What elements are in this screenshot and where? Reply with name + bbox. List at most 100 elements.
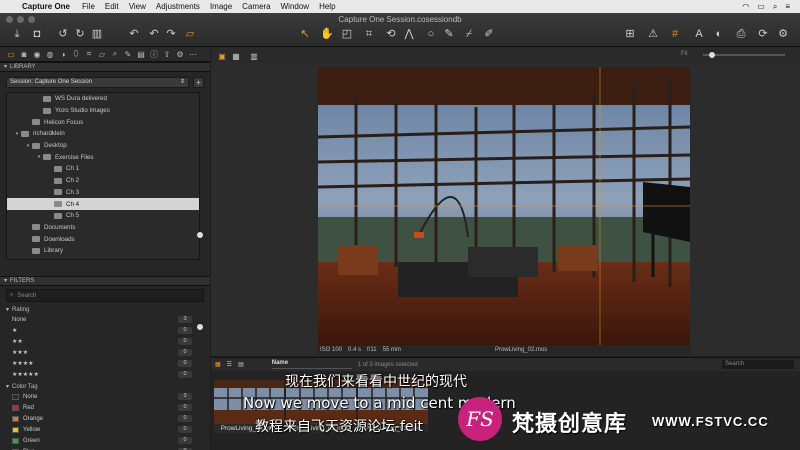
folder-tree-item[interactable]: ▾ Desktop (7, 140, 199, 152)
rating-filter-row[interactable]: None 3 (6, 314, 200, 325)
thumbnail[interactable]: ProwLiving_03.mos (358, 380, 428, 434)
tab-batch-icon[interactable]: ⚙ (175, 50, 185, 59)
color-tag-filter-row[interactable]: None 3 (6, 391, 200, 402)
browser-search-input[interactable]: Search (722, 360, 794, 369)
import-icon[interactable]: ⤓ (10, 27, 24, 41)
tab-library-icon[interactable]: ▭ (6, 50, 16, 59)
process-icon[interactable]: ⟳ (756, 27, 770, 41)
rating-filter-row[interactable]: ★ 0 (6, 325, 200, 336)
gear-icon[interactable]: ⚙ (199, 181, 200, 192)
brush-icon[interactable]: ✎ (442, 27, 456, 41)
tab-details-icon[interactable]: ⬯ (71, 49, 81, 59)
folder-tree-item[interactable]: Documents (7, 222, 199, 234)
camera-icon[interactable]: ◘ (30, 27, 44, 41)
folder-tree-item[interactable]: Ch 3 (7, 187, 199, 199)
rating-filter-row[interactable]: ★★★ 0 (6, 347, 200, 358)
folder-tree-item[interactable]: Helicon Focus (7, 116, 199, 128)
thumbnail-view-icon[interactable]: ▦ (215, 361, 221, 368)
grid-view-icon[interactable]: ⊞ (623, 27, 637, 41)
color-tag-filter-row[interactable]: Yellow 0 (6, 424, 200, 435)
color-tag-group-header[interactable]: ▾ Color Tag (6, 382, 200, 391)
list-view-icon[interactable]: ☰ (227, 361, 232, 368)
filters-scroll-handle[interactable] (197, 324, 203, 330)
folder-tree-item[interactable]: Yozo Studio Images (7, 105, 199, 117)
rotate-right-icon[interactable]: ↻ (73, 27, 87, 41)
collapse-triangle-icon[interactable]: ▾ (4, 277, 7, 285)
multi-view-icon[interactable]: ▦ (229, 50, 243, 64)
sort-select[interactable]: Name (271, 360, 352, 369)
color-tag-filter-row[interactable]: Orange 0 (6, 413, 200, 424)
tab-metadata-icon[interactable]: ▤ (136, 50, 146, 59)
keystone-icon[interactable]: ⋀ (402, 27, 416, 41)
disclosure-arrow-icon[interactable]: ▾ (24, 143, 32, 149)
tab-capture-icon[interactable]: ◙ (19, 50, 29, 59)
zoom-slider[interactable] (703, 54, 785, 56)
filmstrip-view-icon[interactable]: ▤ (238, 361, 244, 368)
grid-overlay-icon[interactable]: # (668, 27, 682, 41)
exposure-warning-icon[interactable]: ⚠ (646, 27, 660, 41)
select-cursor-icon[interactable]: ↖ (298, 27, 312, 41)
session-select[interactable]: Session: Capture One Session ⇕ (6, 76, 189, 88)
print-icon[interactable]: ⎙ (734, 27, 748, 41)
trash-icon[interactable]: ▥ (90, 27, 104, 41)
copy-adjustments-icon[interactable]: ▱ (183, 27, 197, 41)
folder-tree-item[interactable]: Ch 1 (7, 163, 199, 175)
filter-search[interactable]: ⌕ Search (6, 289, 204, 302)
battery-icon[interactable]: ▭ (757, 2, 765, 12)
color-tag-filter-row[interactable]: Red 0 (6, 402, 200, 413)
menu-edit[interactable]: Edit (105, 2, 119, 11)
add-collection-button[interactable]: + (193, 76, 204, 88)
library-header[interactable]: ▾ LIBRARY (0, 62, 210, 72)
reset-icon[interactable]: ↶ (127, 27, 141, 41)
undo-icon[interactable]: ↶ (147, 27, 161, 41)
tab-local-icon[interactable]: ▱ (97, 50, 107, 59)
tab-adjust-icon[interactable]: ✎ (123, 50, 133, 59)
settings-icon[interactable]: ⚙ (776, 27, 790, 41)
thumbnail[interactable]: ProwLiving_02.mos (286, 380, 356, 434)
compare-icon[interactable]: ▥ (247, 50, 261, 64)
annotation-icon[interactable]: ✐ (482, 27, 496, 41)
spotlight-icon[interactable]: ⌕ (773, 2, 777, 12)
folder-tree-item[interactable]: Library (7, 245, 199, 257)
folder-tree-item[interactable]: Downloads (7, 233, 199, 245)
menu-help[interactable]: Help (319, 2, 335, 11)
folder-tree-item[interactable]: ▾ richardklein (7, 128, 199, 140)
folder-tree-item[interactable]: Ch 2 (7, 175, 199, 187)
tab-exposure-icon[interactable]: ◑ (58, 50, 68, 59)
spot-removal-icon[interactable]: ○ (424, 27, 438, 41)
hand-pan-icon[interactable]: ✋ (320, 27, 334, 41)
picker-icon[interactable]: ⌿ (462, 27, 476, 41)
folder-tree-item[interactable]: ▾ Exercise Files (7, 151, 199, 163)
rating-filter-row[interactable]: ★★★★ 0 (6, 358, 200, 369)
menu-camera[interactable]: Camera (242, 2, 270, 11)
menu-app-name[interactable]: Capture One (22, 2, 70, 11)
menu-view[interactable]: View (129, 2, 146, 11)
text-overlay-icon[interactable]: A (692, 27, 706, 41)
collapse-triangle-icon[interactable]: ▾ (4, 63, 7, 71)
tab-info-icon[interactable]: ⓘ (149, 49, 159, 60)
tab-composition-icon[interactable]: ⌗ (84, 49, 94, 59)
viewer-mode-icon[interactable]: ▣ (215, 50, 229, 64)
proof-icon[interactable]: ◐ (712, 27, 726, 41)
rotate-tool-icon[interactable]: ⟲ (384, 27, 398, 41)
menu-file[interactable]: File (82, 2, 95, 11)
folder-tree-item[interactable]: Ch 4 (7, 198, 199, 210)
loupe-icon[interactable]: ◰ (340, 27, 354, 41)
disclosure-arrow-icon[interactable]: ▾ (13, 131, 21, 137)
tab-lens-icon[interactable]: ◉ (32, 50, 42, 59)
menu-window[interactable]: Window (281, 2, 309, 11)
crop-icon[interactable]: ⌗ (362, 27, 376, 41)
rating-filter-row[interactable]: ★★ 0 (6, 336, 200, 347)
disclosure-arrow-icon[interactable]: ▾ (35, 154, 43, 160)
menu-image[interactable]: Image (210, 2, 232, 11)
filters-header[interactable]: ▾ FILTERS (0, 276, 210, 286)
tab-color-icon[interactable]: ◍ (45, 50, 55, 59)
tree-scroll-handle[interactable] (197, 232, 203, 238)
tab-search-icon[interactable]: ⌕ (110, 49, 120, 59)
main-photo[interactable] (318, 67, 690, 345)
folder-tree-item[interactable]: Ch 5 (7, 210, 199, 222)
tab-output-icon[interactable]: ⇪ (162, 50, 172, 59)
rotate-left-icon[interactable]: ↺ (56, 27, 70, 41)
tab-more-icon[interactable]: ⋯ (188, 50, 198, 59)
color-tag-filter-row[interactable]: Blue0 (6, 446, 200, 450)
